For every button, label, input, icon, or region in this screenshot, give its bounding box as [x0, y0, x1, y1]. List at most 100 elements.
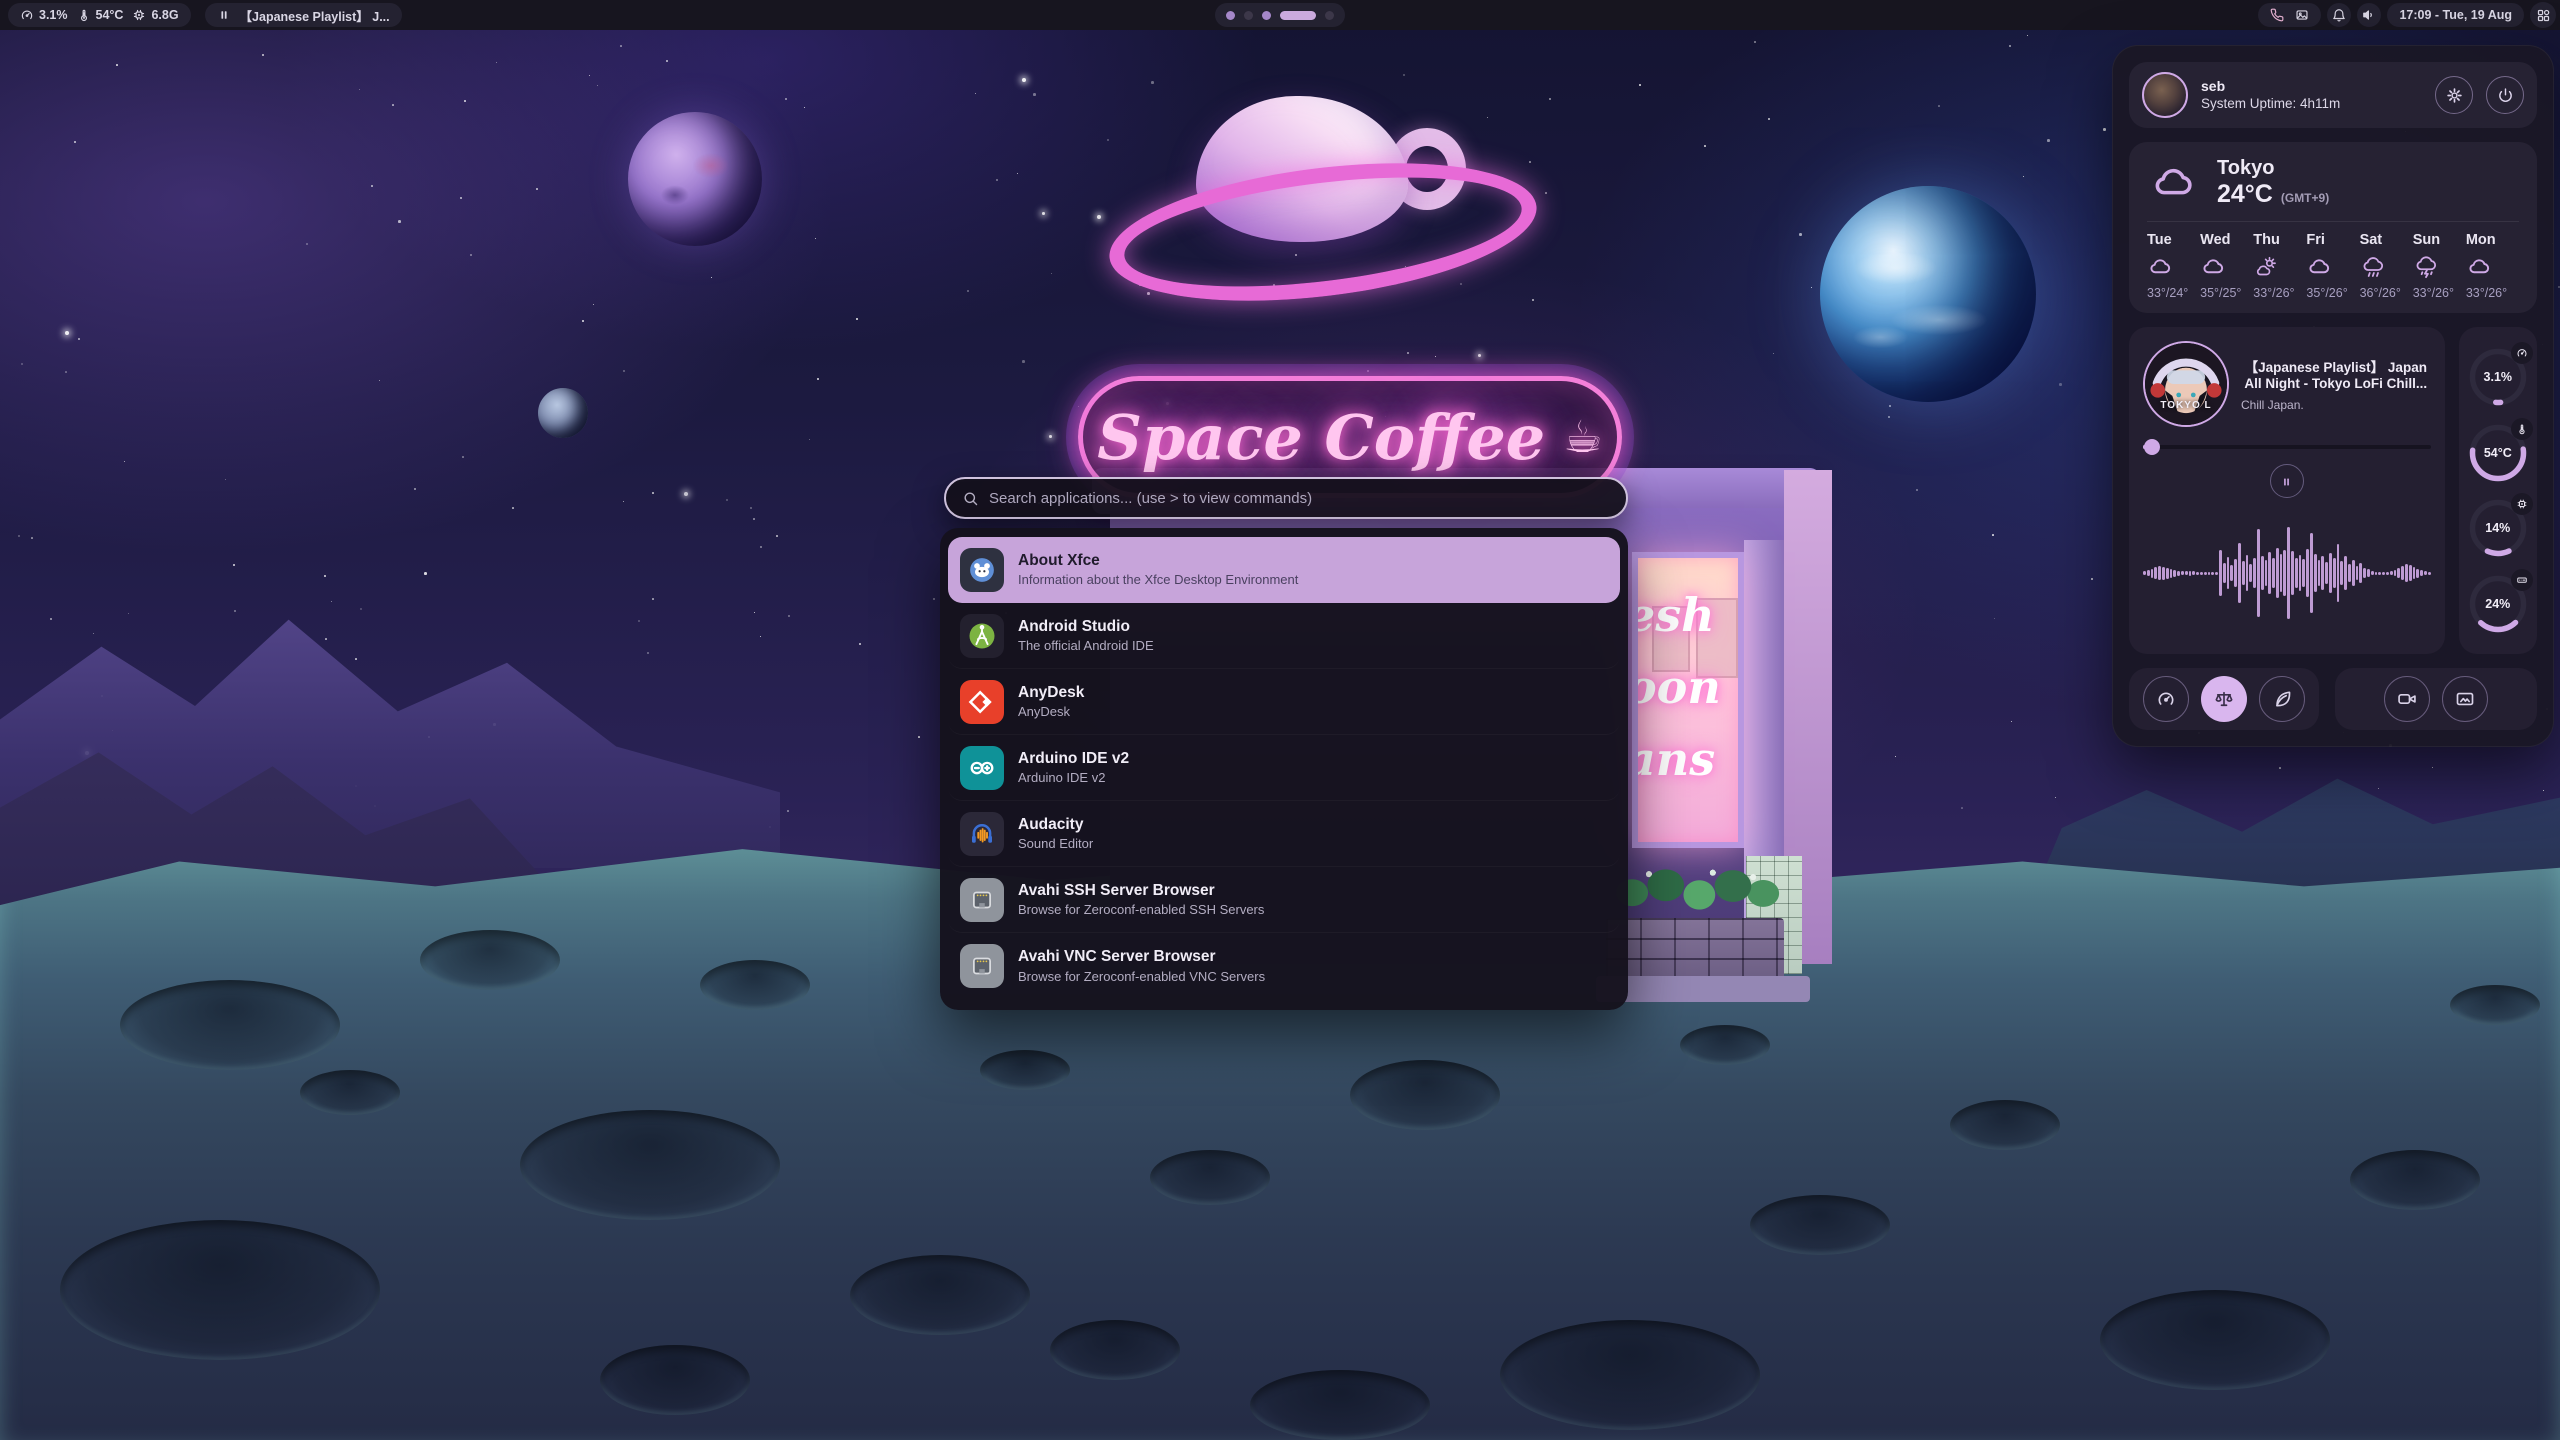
app-row-audacity[interactable]: AudacitySound Editor: [948, 801, 1620, 867]
workspace-dot-4[interactable]: [1280, 11, 1316, 20]
chip-icon: [2511, 493, 2533, 515]
search-icon: [962, 490, 979, 507]
now-playing-label: 【Japanese Playlist】 J...: [240, 6, 390, 25]
system-uptime: System Uptime: 4h11m: [2201, 95, 2422, 113]
workspace-dot-2[interactable]: [1244, 11, 1253, 20]
star: [620, 45, 622, 47]
star: [1033, 93, 1036, 96]
visualizer-bar: [2291, 551, 2294, 595]
leaf-button[interactable]: [2259, 676, 2305, 722]
visualizer-bar: [2321, 556, 2324, 590]
star: [464, 100, 466, 102]
quick-settings-left: [2129, 668, 2319, 730]
workspace-dot-1[interactable]: [1226, 11, 1235, 20]
star: [1545, 192, 1547, 194]
visualizer-bar: [2268, 552, 2271, 594]
search-input[interactable]: [989, 490, 1610, 507]
screenshot-button[interactable]: [2442, 676, 2488, 722]
settings-button[interactable]: [2435, 76, 2473, 114]
seek-slider[interactable]: [2143, 439, 2431, 455]
crater: [1350, 1060, 1500, 1130]
gauge-thermometer: 54°C: [2467, 422, 2529, 484]
star: [1888, 416, 1890, 418]
visualizer-bar: [2375, 572, 2378, 575]
app-description: Information about the Xfce Desktop Envir…: [1018, 572, 1298, 588]
workspace-switcher: [1215, 3, 1345, 27]
star: [1799, 233, 1802, 236]
star: [623, 370, 625, 372]
app-row-avahi-vnc-server-browser[interactable]: Avahi VNC Server BrowserBrowse for Zeroc…: [948, 933, 1620, 999]
disk-icon: [2511, 569, 2533, 591]
crater: [600, 1345, 750, 1415]
cloud-weather-icon: [2306, 255, 2333, 279]
seek-knob[interactable]: [2144, 439, 2160, 455]
notifications-button[interactable]: [2327, 3, 2351, 27]
star: [2023, 176, 2024, 177]
audio-visualizer: [2143, 502, 2431, 644]
storm-weather-icon: [2413, 255, 2440, 279]
app-description: The official Android IDE: [1018, 638, 1154, 654]
star: [74, 141, 76, 143]
app-row-about-xfce[interactable]: About Xfce Information about the Xfce Des…: [948, 537, 1620, 603]
app-row-anydesk[interactable]: AnyDeskAnyDesk: [948, 669, 1620, 735]
app-row-arduino-ide-v2[interactable]: Arduino IDE v2Arduino IDE v2: [948, 735, 1620, 801]
avahi-icon: [960, 944, 1004, 988]
star: [1938, 105, 1940, 107]
visualizer-bar: [2162, 567, 2165, 580]
visualizer-bar: [2170, 569, 2173, 578]
bright-star: [65, 331, 69, 335]
app-row-avahi-ssh-server-browser[interactable]: Avahi SSH Server BrowserBrowse for Zeroc…: [948, 867, 1620, 933]
app-grid-button[interactable]: [2530, 2, 2556, 28]
app-title: Audacity: [1018, 815, 1093, 834]
workspace-dot-3[interactable]: [1262, 11, 1271, 20]
scales-button[interactable]: [2201, 676, 2247, 722]
star: [1460, 283, 1462, 285]
visualizer-bar: [2420, 570, 2423, 576]
power-button[interactable]: [2486, 76, 2524, 114]
star: [1487, 117, 1488, 118]
app-row-android-studio[interactable]: Android StudioThe official Android IDE: [948, 603, 1620, 669]
star: [325, 638, 327, 640]
track-title-line2: All Night - Tokyo LoFi Chill...: [2241, 376, 2431, 391]
image-icon[interactable]: [2295, 8, 2309, 22]
star: [1895, 756, 1896, 757]
visualizer-bar: [2208, 572, 2211, 575]
video-button[interactable]: [2384, 676, 2430, 722]
clock[interactable]: 17:09 - Tue, 19 Aug: [2387, 3, 2524, 27]
visualizer-bar: [2173, 570, 2176, 577]
visualizer-bar: [2272, 558, 2275, 588]
coffee-cup-glyph: ☕: [1563, 412, 1602, 463]
star: [331, 601, 332, 602]
workspace-dot-5[interactable]: [1325, 11, 1334, 20]
volume-button[interactable]: [2357, 3, 2381, 27]
cloud-icon: [2147, 161, 2201, 205]
crater: [2350, 1150, 2480, 1210]
track-title-line1: 【Japanese Playlist】 Japan: [2241, 356, 2431, 376]
seek-track: [2143, 445, 2431, 449]
system-stats-pill[interactable]: 3.1% 54°C 6.8G: [8, 3, 191, 27]
star: [233, 564, 235, 566]
visualizer-bar: [2196, 572, 2199, 575]
gauge-button[interactable]: [2143, 676, 2189, 722]
phone-icon[interactable]: [2270, 8, 2284, 22]
star: [1994, 618, 1995, 619]
star: [1151, 81, 1154, 84]
now-playing-pill[interactable]: 【Japanese Playlist】 J...: [205, 3, 402, 27]
visualizer-bar: [2219, 550, 2222, 596]
app-title: About Xfce: [1018, 551, 1298, 570]
audacity-icon: [960, 812, 1004, 856]
star: [597, 85, 598, 86]
star: [2103, 128, 2106, 131]
visualizer-bar: [2287, 527, 2290, 619]
app-title: Avahi SSH Server Browser: [1018, 881, 1264, 900]
star: [536, 188, 538, 190]
star: [760, 546, 762, 548]
star: [21, 363, 23, 365]
sign-text: Space Coffee: [1097, 401, 1545, 474]
album-art: TOKYO L: [2143, 341, 2229, 427]
star: [2027, 35, 2028, 36]
play-pause-button[interactable]: [2270, 464, 2304, 498]
visualizer-bar: [2340, 561, 2343, 585]
avatar[interactable]: [2142, 72, 2188, 118]
visualizer-bar: [2405, 564, 2408, 582]
